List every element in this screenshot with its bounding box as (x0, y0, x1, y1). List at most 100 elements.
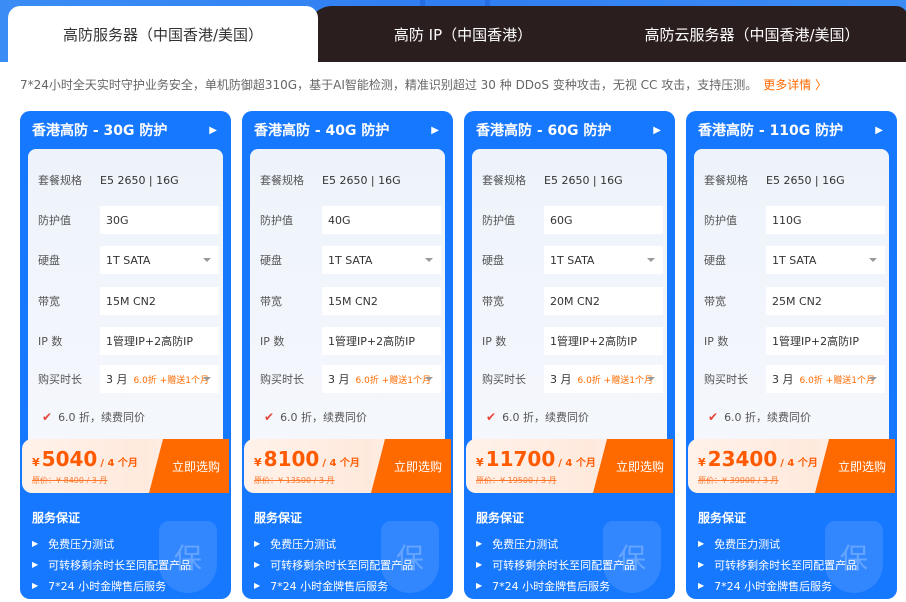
bandwidth-label: 带宽 (260, 295, 282, 308)
bandwidth-row: 带宽 15M CN2 (38, 286, 223, 316)
duration-row: 购买时长 3 月 6.0折 +赠送1个月 (482, 364, 667, 394)
duration-value: 3 月 (328, 373, 350, 386)
bandwidth-value[interactable]: 20M CN2 (544, 287, 663, 315)
protection-value[interactable]: 40G (322, 206, 441, 234)
buy-now-button[interactable]: 立即选购 (593, 439, 673, 493)
disk-row: 硬盘 1T SATA (704, 245, 889, 275)
ip-value[interactable]: 1管理IP+2高防IP (322, 327, 441, 355)
card-header[interactable]: 香港高防 - 30G 防护 ▶ (20, 111, 231, 149)
triangle-right-icon: ▶ (476, 539, 483, 548)
card-header[interactable]: 香港高防 - 40G 防护 ▶ (242, 111, 453, 149)
shield-char: 保 (617, 542, 646, 575)
duration-value: 3 月 (772, 373, 794, 386)
check-icon: ✔ (708, 410, 719, 424)
spec-label: 套餐规格 (260, 174, 304, 187)
duration-promo: 6.0折 +赠送1个月 (577, 375, 653, 386)
discount-text: 6.0 折，续费同价 (58, 411, 146, 424)
spec-value: E5 2650 | 16G (100, 173, 179, 187)
play-arrow-icon: ▶ (653, 124, 661, 136)
discount-note: ✔ 6.0 折，续费同价 (264, 409, 367, 425)
original-price: 原价：¥ 13500 / 3 月 (254, 476, 335, 485)
duration-label: 购买时长 (38, 373, 82, 386)
disk-select[interactable]: 1T SATA (100, 246, 219, 274)
more-details-link[interactable]: 更多详情 〉 (763, 78, 827, 92)
duration-select[interactable]: 3 月 6.0折 +赠送1个月 (322, 365, 441, 393)
triangle-right-icon: ▶ (698, 539, 705, 548)
protection-row: 防护值 30G (38, 205, 223, 235)
duration-promo: 6.0折 +赠送1个月 (133, 375, 209, 386)
ip-value[interactable]: 1管理IP+2高防IP (100, 327, 219, 355)
tab-anti-ddos-server[interactable]: 高防服务器（中国香港/美国） (8, 6, 318, 62)
shield-icon: 保 (603, 521, 661, 593)
bandwidth-row: 带宽 20M CN2 (482, 286, 667, 316)
protection-label: 防护值 (38, 214, 71, 227)
disk-label: 硬盘 (704, 254, 726, 267)
card-title: 香港高防 - 40G 防护 (254, 123, 390, 139)
triangle-right-icon: ▶ (32, 560, 39, 569)
card-title: 香港高防 - 30G 防护 (32, 123, 168, 139)
card-header[interactable]: 香港高防 - 110G 防护 ▶ (686, 111, 897, 149)
ip-row: IP 数 1管理IP+2高防IP (704, 326, 889, 356)
disk-select[interactable]: 1T SATA (544, 246, 663, 274)
price-unit: / 4 个月 (558, 458, 596, 469)
discount-note: ✔ 6.0 折，续费同价 (486, 409, 589, 425)
ip-label: IP 数 (38, 335, 63, 348)
disk-value: 1T SATA (106, 253, 151, 267)
shield-char: 保 (173, 542, 202, 575)
protection-value[interactable]: 110G (766, 206, 885, 234)
discount-text: 6.0 折，续费同价 (280, 411, 368, 424)
ip-value[interactable]: 1管理IP+2高防IP (544, 327, 663, 355)
bandwidth-label: 带宽 (704, 295, 726, 308)
spec-label: 套餐规格 (704, 174, 748, 187)
service-item-text: 免费压力测试 (714, 537, 781, 551)
spec-row: 套餐规格 E5 2650 | 16G (482, 165, 667, 195)
bandwidth-value[interactable]: 15M CN2 (322, 287, 441, 315)
play-arrow-icon: ▶ (875, 124, 883, 136)
triangle-right-icon: ▶ (254, 581, 261, 590)
buy-now-button[interactable]: 立即选购 (815, 439, 895, 493)
duration-value: 3 月 (106, 373, 128, 386)
protection-value[interactable]: 60G (544, 206, 663, 234)
ip-row: IP 数 1管理IP+2高防IP (482, 326, 667, 356)
triangle-right-icon: ▶ (698, 581, 705, 590)
discount-note: ✔ 6.0 折，续费同价 (42, 409, 145, 425)
current-price: ¥ 5040 / 4 个月 (32, 447, 138, 471)
disk-value: 1T SATA (328, 253, 373, 267)
original-price: 原价：¥ 19500 / 3 月 (476, 476, 557, 485)
card-title: 香港高防 - 110G 防护 (698, 123, 844, 139)
spec-row: 套餐规格 E5 2650 | 16G (38, 165, 223, 195)
bandwidth-value[interactable]: 25M CN2 (766, 287, 885, 315)
disk-select[interactable]: 1T SATA (766, 246, 885, 274)
bandwidth-label: 带宽 (38, 295, 60, 308)
triangle-right-icon: ▶ (254, 560, 261, 569)
bandwidth-label: 带宽 (482, 295, 504, 308)
buy-now-button[interactable]: 立即选购 (149, 439, 229, 493)
card-header[interactable]: 香港高防 - 60G 防护 ▶ (464, 111, 675, 149)
disk-select[interactable]: 1T SATA (322, 246, 441, 274)
chevron-down-icon (203, 377, 211, 381)
duration-select[interactable]: 3 月 6.0折 +赠送1个月 (544, 365, 663, 393)
ip-label: IP 数 (482, 335, 507, 348)
disk-row: 硬盘 1T SATA (38, 245, 223, 275)
duration-row: 购买时长 3 月 6.0折 +赠送1个月 (38, 364, 223, 394)
bandwidth-value[interactable]: 15M CN2 (100, 287, 219, 315)
duration-label: 购买时长 (482, 373, 526, 386)
duration-select[interactable]: 3 月 6.0折 +赠送1个月 (766, 365, 885, 393)
price-value: 5040 (41, 447, 98, 471)
triangle-right-icon: ▶ (476, 581, 483, 590)
spec-value: E5 2650 | 16G (766, 173, 845, 187)
protection-value[interactable]: 30G (100, 206, 219, 234)
ip-value[interactable]: 1管理IP+2高防IP (766, 327, 885, 355)
price-box: ¥ 5040 / 4 个月 原价：¥ 8400 / 3 月 立即选购 (22, 439, 229, 493)
duration-select[interactable]: 3 月 6.0折 +赠送1个月 (100, 365, 219, 393)
buy-now-button[interactable]: 立即选购 (371, 439, 451, 493)
triangle-right-icon: ▶ (32, 581, 39, 590)
shield-char: 保 (395, 542, 424, 575)
bandwidth-row: 带宽 25M CN2 (704, 286, 889, 316)
shield-icon: 保 (159, 521, 217, 593)
tab-anti-ddos-cloud-server[interactable]: 高防云服务器（中国香港/美国） (598, 6, 906, 62)
tab-anti-ddos-ip[interactable]: 高防 IP（中国香港） (328, 6, 598, 62)
price-box: ¥ 8100 / 4 个月 原价：¥ 13500 / 3 月 立即选购 (244, 439, 451, 493)
currency-symbol: ¥ (698, 456, 706, 469)
chevron-down-icon (869, 258, 877, 262)
